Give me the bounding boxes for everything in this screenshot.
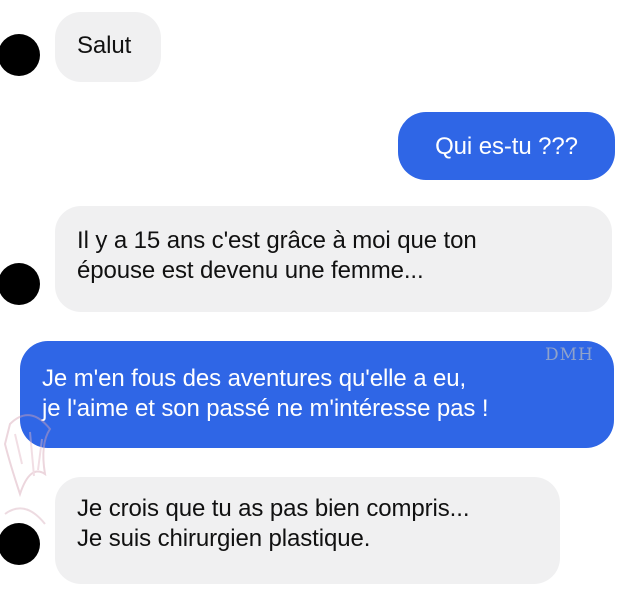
contact-avatar[interactable]	[0, 263, 40, 305]
outgoing-message[interactable]: Qui es-tu ???	[398, 112, 615, 180]
contact-avatar[interactable]	[0, 523, 40, 565]
outgoing-message[interactable]: Je m'en fous des aventures qu'elle a eu,…	[20, 341, 614, 448]
chat-thread: Salut Qui es-tu ??? Il y a 15 ans c'est …	[0, 0, 632, 600]
contact-avatar[interactable]	[0, 34, 40, 76]
incoming-message[interactable]: Salut	[55, 12, 161, 82]
incoming-message[interactable]: Je crois que tu as pas bien compris... J…	[55, 477, 560, 584]
incoming-message[interactable]: Il y a 15 ans c'est grâce à moi que ton …	[55, 206, 612, 312]
watermark-text: DMH	[545, 345, 594, 365]
